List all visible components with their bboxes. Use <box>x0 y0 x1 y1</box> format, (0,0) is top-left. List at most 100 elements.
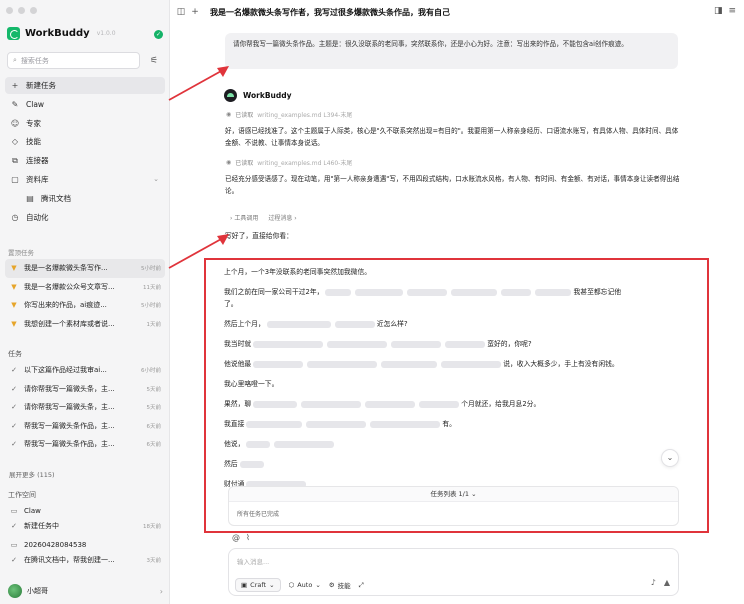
sidebar-item-claw[interactable]: ✎ Claw <box>5 96 165 113</box>
workspace-title: 20260428084538 <box>24 540 87 549</box>
task-item[interactable]: ✓ 帮我写一篇微头条作品，主... 6天前 <box>5 417 165 436</box>
workspace-item[interactable]: ▭ Claw <box>5 503 165 518</box>
close-window-button[interactable] <box>6 7 13 14</box>
panel-toggle-icon[interactable]: ◨ <box>714 6 723 16</box>
task-item[interactable]: ✓ 以下这篇作品经过我审ai... 6小时前 <box>5 361 165 380</box>
check-icon: ✓ <box>11 555 17 564</box>
workspace-item[interactable]: ✓ 新建任务中 18天前 <box>5 518 165 533</box>
bot-paragraph: 好，语感已经找准了。这个主题属于人际类，核心是"久不联系突然出现=有目的"。我要… <box>225 127 679 147</box>
user-profile[interactable]: 小超哥 › <box>8 584 163 598</box>
tool-call-toggle[interactable]: › 工具调用 <box>230 213 258 222</box>
workbuddy-logo-icon <box>7 27 20 40</box>
menu-icon[interactable]: ≡ <box>728 6 736 16</box>
pin-icon: ▼ <box>11 319 17 328</box>
pinned-task-item[interactable]: ▼ 我是一名爆款微头条写作... 5小时前 <box>5 259 165 278</box>
pinned-task-item[interactable]: ▼ 我是一名爆款公众号文章写... 11天前 <box>5 278 165 297</box>
chevron-down-icon: ⌄ <box>269 581 275 589</box>
workspace-item[interactable]: ✓ 在腾讯文档中，帮我创建一... 3天前 <box>5 552 165 567</box>
redaction <box>334 320 375 328</box>
pinned-task-item[interactable]: ▼ 我想创建一个素材库或者说... 1天前 <box>5 315 165 334</box>
skill-button[interactable]: ⚙ 技能 <box>329 580 351 590</box>
check-icon: ✓ <box>11 366 17 375</box>
task-time: 1天前 <box>146 321 162 328</box>
task-item[interactable]: ✓ 帮我写一篇微头条作品，主... 6天前 <box>5 435 165 454</box>
skill-icon: ⚙ <box>328 581 335 589</box>
page-title: 我是一名爆款微头条写作者，我写过很多爆款微头条作品，我有自己 <box>210 7 450 17</box>
workspace-title: Claw <box>24 506 41 515</box>
composer-tools: ▣ Craft ⌄ ⬡ Auto ⌄ ⚙ 技能 ⤢ <box>235 578 364 592</box>
sidebar-item-skill[interactable]: ◇ 技能 <box>5 133 165 150</box>
expand-more-link[interactable]: 展开更多 (115) <box>9 469 55 479</box>
chevron-down-icon: ⌄ <box>471 490 477 498</box>
sidebar-item-label: Claw <box>26 99 45 109</box>
pin-icon: ▼ <box>11 282 17 291</box>
sidebar-item-label: 技能 <box>26 137 41 147</box>
minimize-window-button[interactable] <box>18 7 25 14</box>
filter-icon[interactable]: ⚟ <box>146 53 162 69</box>
app-version: v1.0.0 <box>96 30 116 37</box>
process-label: 过程消息 <box>268 215 293 222</box>
task-time: 6天前 <box>146 423 162 430</box>
redaction <box>365 400 416 408</box>
workspace-section-label: 工作空间 <box>8 491 36 499</box>
task-time: 5小时前 <box>141 266 161 273</box>
file-read-status[interactable]: ◉ 已读取 writing_examples.md L394-末尾 <box>226 110 352 119</box>
sidebar-item-tencent-docs[interactable]: ▤ 腾讯文档 <box>5 190 165 207</box>
brand: WorkBuddy v1.0.0 <box>7 27 116 40</box>
sidebar-item-library[interactable]: ▢ 资料库 ⌄ <box>5 171 165 188</box>
model-select[interactable]: ⬡ Auto ⌄ <box>289 581 321 589</box>
task-title: 帮我写一篇微头条作品，主... <box>24 421 115 430</box>
redaction <box>307 360 378 368</box>
article-line: 然后上个月， 近怎么样? <box>224 318 684 330</box>
sidebar-item-label: 新建任务 <box>26 81 56 90</box>
task-list-header[interactable]: 任务列表 1/1 ⌄ <box>229 487 678 502</box>
task-item[interactable]: ✓ 请你帮我写一篇微头条，主... 5天前 <box>5 398 165 417</box>
app-name: WorkBuddy <box>25 28 90 39</box>
microphone-icon[interactable]: ♪ <box>651 578 656 587</box>
new-tab-icon[interactable]: + <box>188 7 202 17</box>
article-line: 了。 <box>224 298 684 310</box>
model-label: Auto <box>297 581 313 589</box>
expand-button[interactable]: ⤢ <box>359 581 364 590</box>
process-message-toggle[interactable]: 过程消息 › <box>268 213 296 222</box>
sidebar-item-connector[interactable]: ⧉ 连接器 <box>5 152 165 169</box>
article-line: 我心里咯噔一下。 <box>224 378 684 390</box>
search-input[interactable]: ⌕ 搜索任务 <box>7 52 140 69</box>
attachment-row: @ ⌇ <box>232 533 250 542</box>
sidebar-toggle-icon[interactable]: ◫ <box>174 7 188 17</box>
redaction <box>381 360 438 368</box>
redaction <box>535 288 572 296</box>
tasks-section-label: 任务 <box>8 350 22 358</box>
window-controls <box>6 7 37 14</box>
line-text: 果然，聊 <box>224 400 252 408</box>
sidebar-item-automation[interactable]: ◷ 自动化 <box>5 209 165 226</box>
redaction <box>419 400 460 408</box>
sidebar-item-expert[interactable]: ☺ 专家 <box>5 115 165 132</box>
pinned-task-item[interactable]: ▼ 你写出来的作品，ai痕迹... 5小时前 <box>5 296 165 315</box>
cube-icon: ⬡ <box>288 581 295 589</box>
topbar: ◫ + 我是一名爆款微头条写作者，我写过很多爆款微头条作品，我有自己 ◨ ≡ <box>170 0 744 24</box>
maximize-window-button[interactable] <box>30 7 37 14</box>
redaction <box>501 288 532 296</box>
sidebar: WorkBuddy v1.0.0 ✓ ⌕ 搜索任务 ⚟ + 新建任务 ✎ Cla… <box>0 0 170 604</box>
paperclip-icon[interactable]: ⌇ <box>246 533 250 542</box>
article-line: 他说， <box>224 438 684 450</box>
workspace-item[interactable]: ▭ 20260428084538 <box>5 537 165 552</box>
mode-select[interactable]: ▣ Craft ⌄ <box>235 578 281 592</box>
read-file: writing_examples.md L394-末尾 <box>257 112 353 119</box>
send-icon[interactable]: ▲ <box>664 578 670 587</box>
sidebar-item-label: 资料库 <box>26 174 49 184</box>
line-text: 他说他最 <box>224 360 252 368</box>
mention-icon[interactable]: @ <box>232 533 240 542</box>
craft-icon: ▣ <box>241 581 248 589</box>
file-read-status[interactable]: ◉ 已读取 writing_examples.md L460-末尾 <box>226 158 352 167</box>
scroll-down-button[interactable]: ⌄ <box>661 449 679 467</box>
message-input[interactable]: 输入消息... <box>237 556 269 566</box>
task-time: 5天前 <box>146 405 162 412</box>
line-text: 近怎么样? <box>376 320 408 328</box>
search-placeholder: 搜索任务 <box>20 56 49 65</box>
sidebar-item-new-task[interactable]: + 新建任务 <box>5 77 165 94</box>
message-composer[interactable]: 输入消息... ▣ Craft ⌄ ⬡ Auto ⌄ ⚙ 技能 ⤢ ♪ ▲ <box>228 548 679 596</box>
generated-article: 上个月，一个3年没联系的老同事突然加我微信。 我们之前在同一家公司干过2年， 我甚… <box>224 266 684 490</box>
task-item[interactable]: ✓ 请你帮我写一篇微头条，主... 5天前 <box>5 380 165 399</box>
